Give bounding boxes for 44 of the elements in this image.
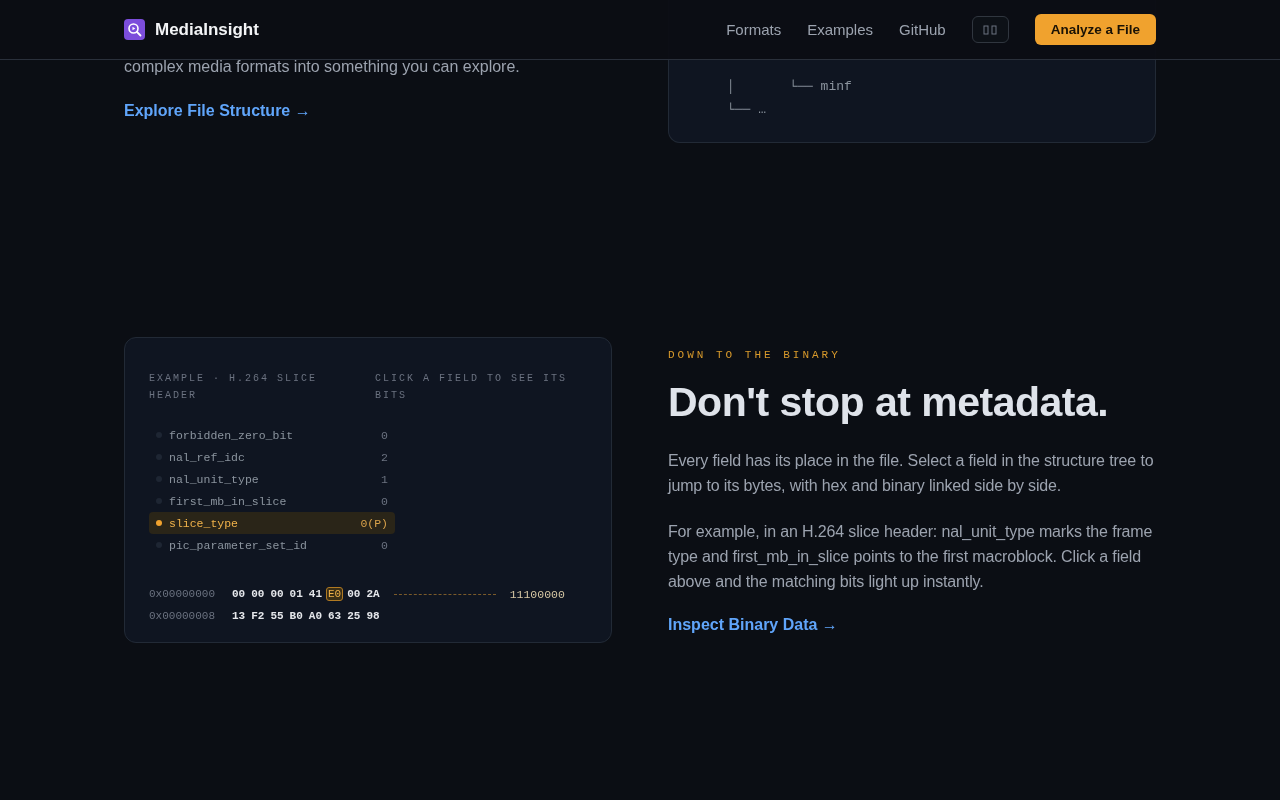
example-title: EXAMPLE · H.264 SLICE HEADER	[149, 372, 319, 403]
hex-byte[interactable]: 25	[345, 609, 363, 623]
intro-text: complex media formats into something you can explore.	[124, 57, 521, 77]
hex-byte[interactable]: 41	[306, 587, 324, 601]
explore-structure-link[interactable]: Explore File Structure →	[124, 102, 311, 120]
hint-text: CLICK A FIELD TO SEE ITS BITS	[375, 372, 569, 403]
byte-offset: 0x00000000	[149, 588, 216, 600]
hex-byte[interactable]: 00	[345, 587, 363, 601]
hex-byte[interactable]: 13	[230, 609, 248, 623]
field-row[interactable]: first_mb_in_slice 0	[149, 490, 395, 512]
field-row[interactable]: pic_parameter_set_id 0	[149, 534, 395, 556]
binary-bits: 11100000	[509, 587, 565, 601]
tree-line: └── …	[727, 102, 766, 117]
theme-toggle-button[interactable]	[971, 16, 1009, 43]
section-paragraph: Every field has its place in the file. Select a field in the structure tree to jump to its bytes, with hex and binary linked side by side.	[668, 451, 1155, 496]
hex-byte[interactable]: 00	[268, 587, 286, 601]
hex-byte[interactable]: A0	[306, 609, 324, 623]
hex-byte[interactable]: B0	[287, 609, 305, 623]
field-row[interactable]: nal_unit_type 1	[149, 468, 395, 490]
hex-byte[interactable]: 01	[287, 587, 305, 601]
inspect-binary-link[interactable]: Inspect Binary Data →	[668, 616, 838, 634]
hex-byte[interactable]: 00	[249, 587, 267, 601]
magnifier-logo-icon	[124, 19, 145, 40]
hex-byte[interactable]: F2	[249, 609, 267, 623]
tree-line: │ └── minf	[727, 79, 852, 94]
hex-byte[interactable]: 55	[268, 609, 286, 623]
hex-byte[interactable]: 98	[364, 609, 382, 623]
field-row[interactable]: forbidden_zero_bit 0	[149, 424, 395, 446]
byte-offset: 0x00000008	[149, 610, 216, 622]
nav-link[interactable]: GitHub	[899, 21, 946, 38]
section-heading: Don't stop at metadata.	[668, 379, 1110, 426]
section-paragraph: For example, in an H.264 slice header: nal_unit_type marks the frame type and first_mb_in_slice points to the first macroblock. Click a field above and the matching bits light up instantly.	[668, 522, 1154, 592]
brand-name: MediaInsight	[155, 19, 259, 40]
columns-icon	[983, 24, 998, 35]
nav-link[interactable]: Formats	[726, 21, 782, 38]
analyze-file-button[interactable]: Analyze a File	[1034, 14, 1156, 45]
field-row[interactable]: slice_type 0(P)	[149, 512, 395, 534]
nav-link[interactable]: Examples	[807, 21, 873, 38]
hex-byte[interactable]: 63	[326, 609, 344, 623]
hex-byte[interactable]: E0	[326, 587, 344, 601]
hex-byte[interactable]: 2A	[364, 587, 382, 601]
hex-byte[interactable]: 00	[230, 587, 248, 601]
section-eyebrow: DOWN TO THE BINARY	[668, 349, 842, 361]
field-row[interactable]: nal_ref_idc 2	[149, 446, 395, 468]
